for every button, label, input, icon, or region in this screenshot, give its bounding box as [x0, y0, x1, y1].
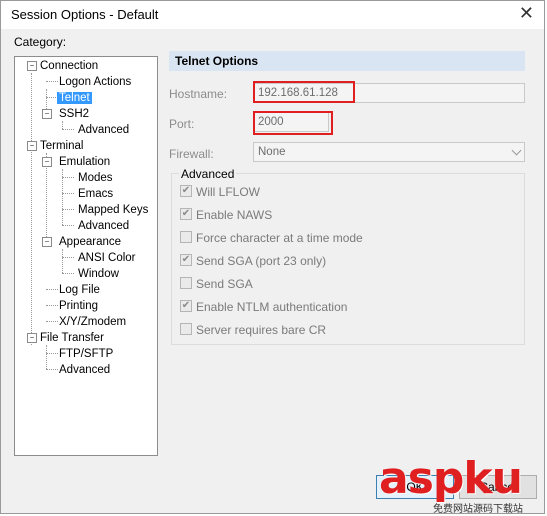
tree-line [46, 369, 58, 370]
collapse-toggle-icon[interactable]: − [27, 61, 37, 71]
tree-line [62, 225, 74, 226]
tree-line [62, 257, 74, 258]
tree-item-emulation[interactable]: Emulation [59, 155, 110, 169]
advanced-group-title: Advanced [179, 167, 237, 181]
tree-line [46, 305, 58, 306]
tree-item-emacs[interactable]: Emacs [78, 187, 113, 201]
firewall-select[interactable]: None [253, 142, 525, 162]
highlight-box [253, 111, 333, 135]
tree-item-terminal[interactable]: Terminal [40, 139, 83, 153]
tree-item-modes[interactable]: Modes [78, 171, 113, 185]
watermark-logo: aspku [379, 453, 523, 504]
category-tree[interactable]: − − − − − − Connection Logon Actions Tel… [14, 56, 158, 456]
tree-line [46, 81, 58, 82]
tree-item-telnet[interactable]: Telnet [57, 91, 92, 105]
collapse-toggle-icon[interactable]: − [27, 141, 37, 151]
collapse-toggle-icon[interactable]: − [42, 237, 52, 247]
firewall-value: None [258, 146, 286, 158]
window-title: Session Options - Default [11, 7, 159, 22]
tree-line [62, 129, 74, 130]
watermark-subtitle: 免费网站源码下载站 [433, 504, 523, 515]
tree-line [62, 249, 63, 273]
tree-line [62, 193, 74, 194]
tree-line [62, 121, 63, 129]
tree-line [46, 345, 47, 369]
tree-item-ftp-sftp[interactable]: FTP/SFTP [59, 347, 113, 361]
tree-item-log-file[interactable]: Log File [59, 283, 100, 297]
tree-item-window[interactable]: Window [78, 267, 119, 281]
tree-item-file-transfer[interactable]: File Transfer [40, 331, 104, 345]
tree-item-emulation-advanced[interactable]: Advanced [78, 219, 129, 233]
tree-item-file-transfer-advanced[interactable]: Advanced [59, 363, 110, 377]
tree-item-ansi-color[interactable]: ANSI Color [78, 251, 136, 265]
tree-item-connection[interactable]: Connection [40, 59, 98, 73]
title-bar: Session Options - Default ✕ [1, 1, 544, 29]
tree-item-xyzmodem[interactable]: X/Y/Zmodem [59, 315, 126, 329]
tree-line [46, 289, 58, 290]
checkbox-checked-icon: ✔ [180, 254, 192, 266]
tree-item-mapped-keys[interactable]: Mapped Keys [78, 203, 148, 217]
tree-item-ssh2-advanced[interactable]: Advanced [78, 123, 129, 137]
tree-line [62, 177, 74, 178]
close-icon[interactable]: ✕ [519, 3, 534, 24]
firewall-label: Firewall: [169, 147, 214, 161]
collapse-toggle-icon[interactable]: − [27, 333, 37, 343]
tree-line [46, 321, 58, 322]
collapse-toggle-icon[interactable]: − [42, 109, 52, 119]
checkbox-unchecked-icon [180, 277, 192, 289]
tree-item-logon-actions[interactable]: Logon Actions [59, 75, 131, 89]
checkbox-checked-icon: ✔ [180, 185, 192, 197]
port-label: Port: [169, 117, 195, 131]
tree-item-printing[interactable]: Printing [59, 299, 98, 313]
tree-item-appearance[interactable]: Appearance [59, 235, 121, 249]
category-label: Category: [14, 35, 67, 49]
tree-line [62, 273, 74, 274]
checkbox-unchecked-icon [180, 323, 192, 335]
tree-line [62, 209, 74, 210]
session-options-dialog: Session Options - Default ✕ Category: − … [0, 0, 545, 515]
collapse-toggle-icon[interactable]: − [42, 157, 52, 167]
panel-header: Telnet Options [169, 51, 525, 71]
tree-item-ssh2[interactable]: SSH2 [59, 107, 89, 121]
tree-line [31, 73, 32, 345]
highlight-box [253, 81, 355, 103]
checkbox-unchecked-icon [180, 231, 192, 243]
tree-line [46, 353, 58, 354]
hostname-label: Hostname: [169, 87, 228, 101]
checkbox-checked-icon: ✔ [180, 208, 192, 220]
chevron-down-icon [511, 145, 522, 156]
checkbox-checked-icon: ✔ [180, 300, 192, 312]
